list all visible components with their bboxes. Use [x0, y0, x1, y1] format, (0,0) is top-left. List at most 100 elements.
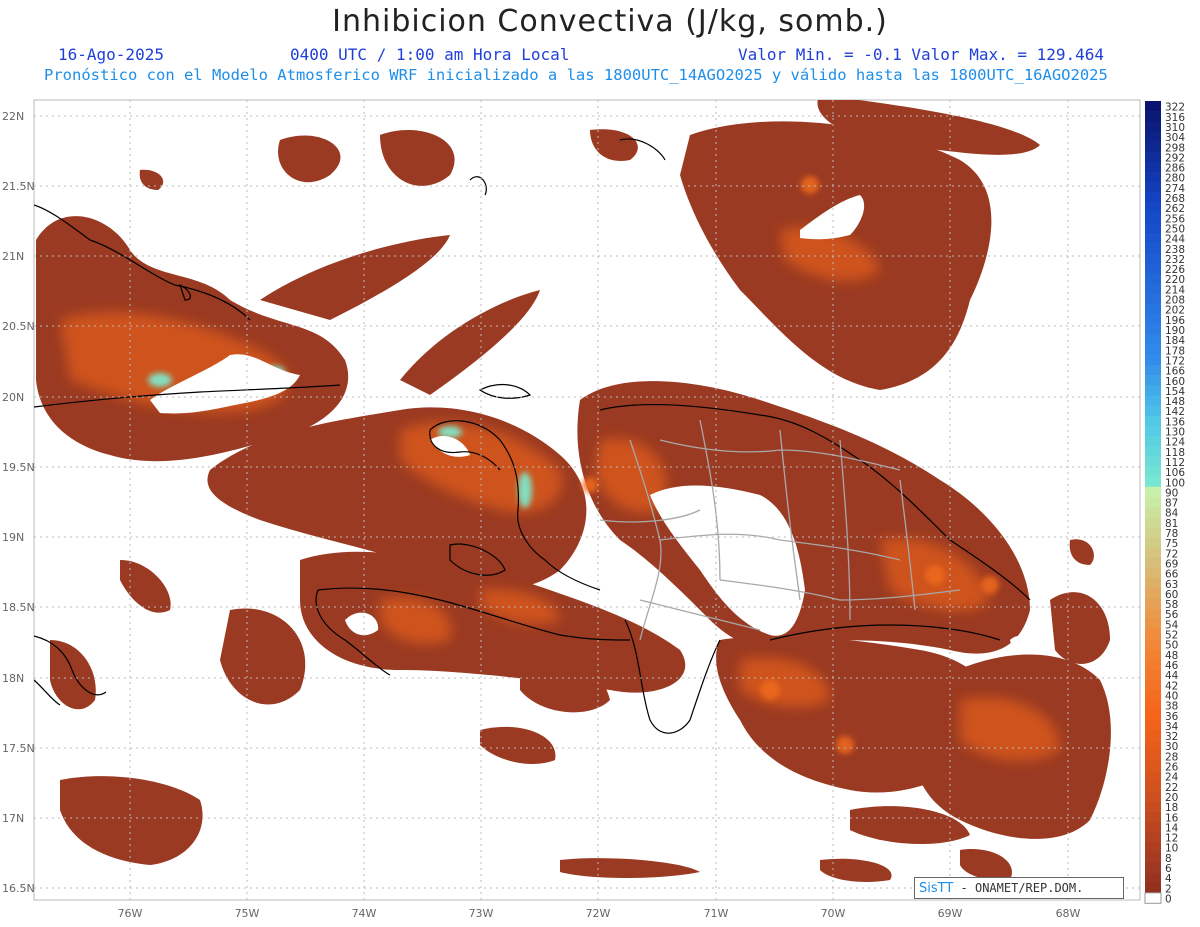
lon-label: 71W	[704, 907, 729, 920]
colorbar-swatch	[1145, 405, 1161, 417]
colorbar-swatch	[1145, 172, 1161, 183]
colorbar-swatch	[1145, 720, 1161, 731]
colorbar-swatch	[1145, 517, 1161, 528]
colorbar-swatch	[1145, 101, 1161, 112]
colorbar-swatch	[1145, 436, 1161, 447]
colorbar-swatch	[1145, 182, 1161, 193]
colorbar-swatch	[1145, 111, 1161, 122]
colorbar-swatch	[1145, 425, 1161, 437]
credit-text: - ONAMET/REP.DOM.	[960, 881, 1084, 895]
colorbar-label: 0	[1165, 894, 1172, 906]
colorbar-swatch	[1145, 811, 1161, 823]
colorbar-swatch	[1145, 831, 1161, 843]
lon-label: 76W	[118, 907, 143, 920]
lat-label: 17.5N	[2, 742, 35, 755]
colorbar-swatch	[1145, 659, 1161, 670]
colorbar-swatch	[1145, 689, 1161, 701]
colorbar-swatch	[1145, 882, 1161, 894]
lat-label: 21N	[2, 250, 24, 263]
colorbar-swatch	[1145, 304, 1161, 315]
colorbar-swatch	[1145, 364, 1161, 376]
credit-box: SisTT - ONAMET/REP.DOM.	[914, 877, 1124, 899]
colorbar-swatch	[1145, 730, 1161, 741]
colorbar-swatch	[1145, 547, 1161, 559]
colorbar-swatch	[1145, 324, 1161, 335]
colorbar-swatch	[1145, 821, 1161, 833]
colorbar-swatch	[1144, 892, 1162, 904]
colorbar-swatch	[1145, 699, 1161, 711]
colorbar-swatch	[1145, 202, 1161, 213]
colorbar-swatch	[1145, 557, 1161, 569]
colorbar-swatch	[1145, 232, 1161, 244]
colorbar-swatch	[1145, 334, 1161, 345]
colorbar-swatch	[1145, 781, 1161, 792]
colorbar-swatch	[1145, 710, 1161, 721]
lon-label: 70W	[821, 907, 846, 920]
colorbar-swatch	[1145, 760, 1161, 772]
colorbar-swatch	[1145, 222, 1161, 234]
colorbar-swatch	[1145, 253, 1161, 264]
lat-label: 16.5N	[2, 882, 35, 895]
colorbar-swatch	[1145, 466, 1161, 477]
colorbar-swatch	[1145, 527, 1161, 538]
colorbar-swatch	[1145, 395, 1161, 406]
colorbar-swatch	[1145, 801, 1161, 812]
colorbar-swatch	[1145, 212, 1161, 224]
colorbar-swatch	[1145, 141, 1161, 153]
colorbar-swatch	[1145, 771, 1161, 782]
colorbar-swatch	[1145, 131, 1161, 142]
lon-labels: 76W 75W 74W 73W 72W 71W 70W 69W 68W	[118, 907, 1081, 920]
lat-label: 20N	[2, 391, 24, 404]
colorbar-swatch	[1145, 121, 1161, 132]
colorbar-swatch	[1145, 740, 1161, 752]
colorbar-swatch	[1145, 415, 1161, 427]
lat-label: 21.5N	[2, 180, 35, 193]
colorbar-swatch	[1145, 618, 1161, 630]
colorbar-swatch	[1145, 669, 1161, 680]
colorbar-swatch	[1145, 344, 1161, 356]
colorbar-swatch	[1145, 161, 1161, 173]
lon-label: 72W	[586, 907, 611, 920]
colorbar-swatch	[1145, 791, 1161, 802]
lat-labels: 22N 21.5N 21N 20.5N 20N 19.5N 19N 18.5N …	[2, 110, 35, 895]
cin-map: 22N 21.5N 21N 20.5N 20N 19.5N 19N 18.5N …	[2, 99, 1185, 920]
lat-label: 18.5N	[2, 601, 35, 614]
colorbar-swatch	[1145, 496, 1161, 508]
colorbar-swatch	[1145, 628, 1161, 640]
colorbar-swatch	[1145, 608, 1161, 620]
colorbar-swatch	[1145, 263, 1161, 274]
colorbar-swatch	[1145, 476, 1161, 488]
colorbar-swatch	[1145, 192, 1161, 203]
lat-label: 20.5N	[2, 320, 35, 333]
colorbar-swatch	[1145, 385, 1161, 396]
colorbar-swatch	[1145, 679, 1161, 691]
lon-label: 69W	[938, 907, 963, 920]
lat-label: 18N	[2, 672, 24, 685]
colorbar-swatch	[1145, 243, 1161, 254]
colorbar-swatch	[1145, 354, 1161, 366]
colorbar-swatch	[1145, 842, 1161, 853]
colorbar-swatch	[1145, 588, 1161, 599]
colorbar-swatch	[1145, 862, 1161, 873]
colorbar-swatch	[1145, 649, 1161, 660]
colorbar-swatch	[1145, 639, 1161, 650]
lon-label: 75W	[235, 907, 260, 920]
lon-label: 68W	[1056, 907, 1081, 920]
lat-label: 19N	[2, 531, 24, 544]
colorbar-swatch	[1145, 872, 1161, 883]
colorbar-swatch	[1145, 283, 1161, 295]
sispi-logo: SisTT	[919, 881, 954, 896]
colorbar-swatch	[1145, 567, 1161, 579]
colorbar-swatch	[1145, 456, 1161, 467]
colorbar-swatch	[1145, 314, 1161, 325]
colorbar-swatch	[1145, 486, 1161, 498]
colorbar-swatch	[1145, 293, 1161, 305]
lon-label: 73W	[469, 907, 494, 920]
lat-label: 22N	[2, 110, 24, 123]
colorbar-swatch	[1145, 151, 1161, 163]
lon-label: 74W	[352, 907, 377, 920]
colorbar-swatch	[1145, 852, 1161, 863]
colorbar-swatch	[1145, 273, 1161, 285]
colorbar-swatch	[1145, 578, 1161, 589]
lat-label: 17N	[2, 812, 24, 825]
